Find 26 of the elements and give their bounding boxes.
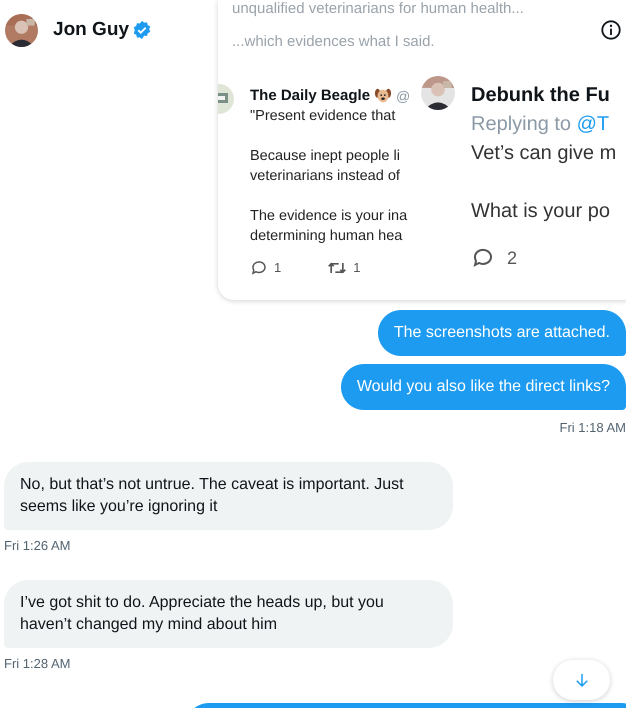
replying-to-text: Replying to @T bbox=[471, 112, 610, 137]
message-time: Fri 1:28 AM bbox=[4, 656, 70, 671]
message-bubble: I’ve got shit to do. Appreciate the heads up, but you haven’t changed my mind about him bbox=[4, 580, 453, 648]
tweet-author: Debunk the Fu bbox=[471, 83, 611, 108]
image-attachment[interactable] bbox=[218, 0, 626, 300]
reply-count: 1 bbox=[274, 259, 282, 277]
tweet-text: ...which evidences what I said. bbox=[232, 33, 435, 51]
tweet-text: Vet’s can give m bbox=[471, 141, 616, 166]
tweet-text: "Present evidence that bbox=[250, 107, 396, 126]
contact-name: Jon Guy bbox=[53, 19, 130, 41]
retweet-count: 1 bbox=[353, 259, 360, 277]
reply-count: 2 bbox=[507, 248, 518, 268]
dog-icon bbox=[374, 87, 392, 105]
reply-icon bbox=[250, 259, 268, 277]
message-time: Fri 1:18 AM bbox=[560, 420, 626, 435]
message-bubble: Would you also like the direct links? bbox=[340, 364, 626, 410]
message-bubble: No, but that’s not untrue. The caveat is important. Just seems like you’re ignoring it bbox=[4, 462, 453, 530]
tweet-text: Because inept people li veterinarians instead of bbox=[250, 147, 401, 186]
tweet-author: The Daily Beagle bbox=[250, 86, 370, 106]
tweet-text: unqualified veterinarians for human health... bbox=[232, 0, 524, 18]
message-time: Fri 1:26 AM bbox=[4, 538, 70, 553]
info-icon[interactable] bbox=[600, 19, 622, 41]
tweet-handle: @ bbox=[396, 87, 410, 106]
message-bubble: The screenshots are attached. bbox=[378, 310, 626, 356]
tweet-text: The evidence is your ina determining human hea bbox=[250, 207, 408, 246]
tweet-text: What is your po bbox=[471, 199, 611, 224]
